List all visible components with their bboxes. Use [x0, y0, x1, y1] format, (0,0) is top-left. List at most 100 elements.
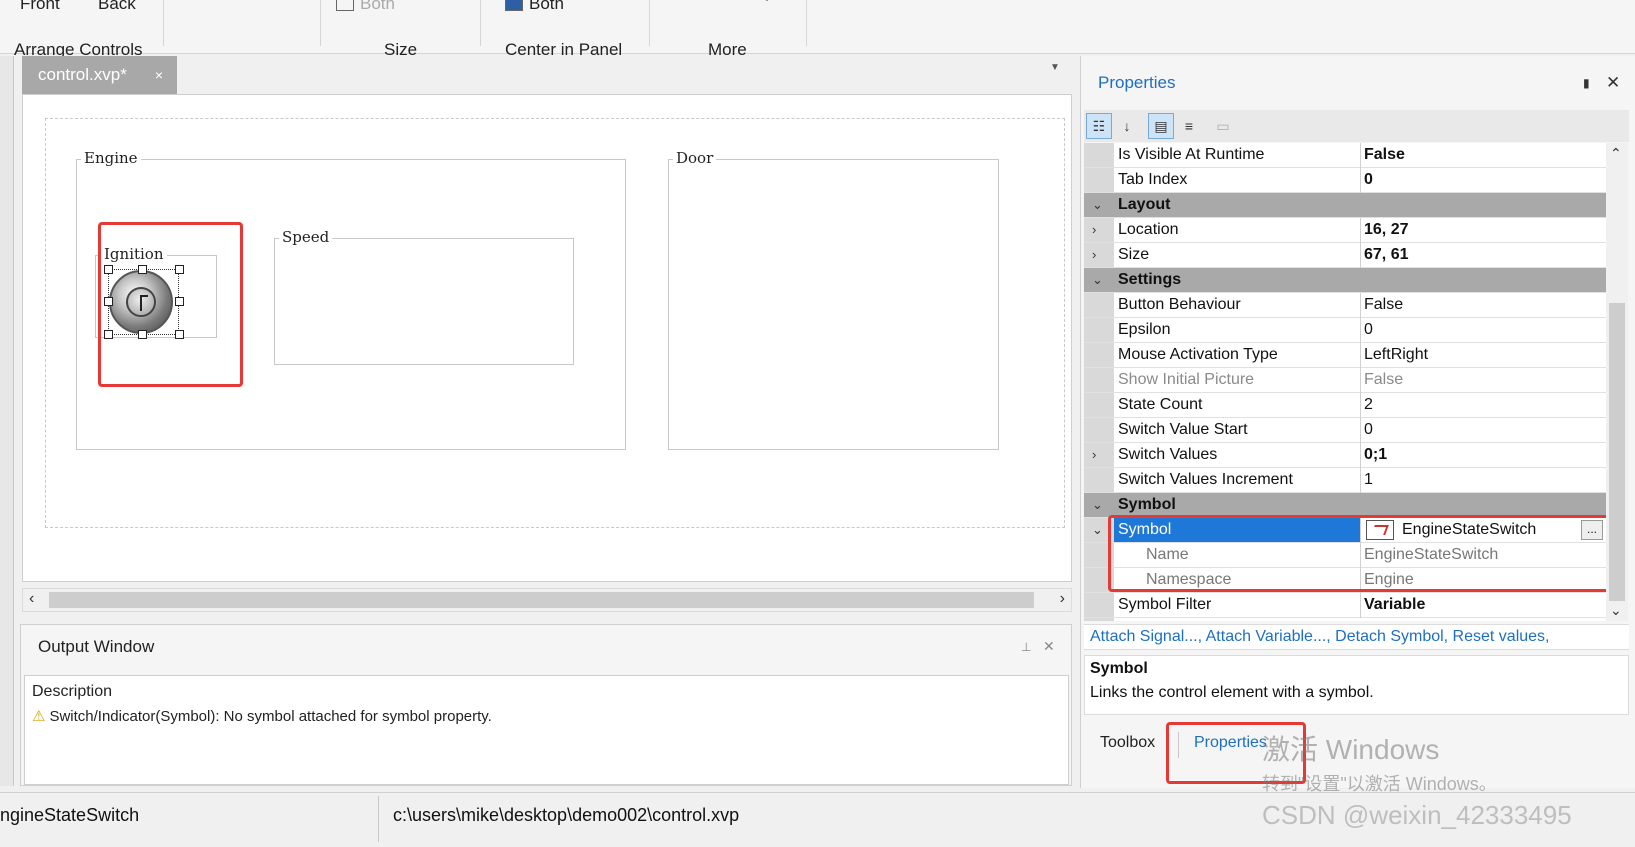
- tab-control-xvp[interactable]: control.xvp* ×: [22, 56, 177, 94]
- prop-row-show-initial-picture[interactable]: Show Initial Picture False: [1084, 368, 1606, 393]
- category-label: Settings: [1118, 271, 1182, 288]
- scroll-down-icon[interactable]: ⌄: [1610, 602, 1622, 619]
- expand-chevron-icon[interactable]: ›: [1092, 222, 1096, 237]
- properties-vertical-scrollbar[interactable]: ⌃ ⌄: [1606, 143, 1628, 621]
- scroll-up-icon[interactable]: ⌃: [1610, 145, 1622, 162]
- prop-row-size[interactable]: › Size 67, 61: [1084, 243, 1606, 268]
- warning-icon: ⚠: [32, 708, 46, 725]
- speed-group-title: Speed: [279, 228, 333, 246]
- prop-name: Mouse Activation Type: [1118, 346, 1278, 363]
- row-divider: [1360, 368, 1361, 393]
- output-list: [24, 675, 1069, 785]
- prop-row-location[interactable]: › Location 16, 27: [1084, 218, 1606, 243]
- expand-chevron-icon[interactable]: ›: [1092, 447, 1096, 462]
- ribbon-divider: [320, 0, 321, 46]
- activation-watermark: 激活 Windows: [1262, 734, 1440, 765]
- close-tab-icon[interactable]: ×: [155, 67, 163, 83]
- prop-name: Button Behaviour: [1118, 296, 1241, 313]
- collapse-chevron-icon[interactable]: ⌄: [1092, 497, 1103, 513]
- prop-value: 1: [1364, 471, 1373, 488]
- property-pages-icon[interactable]: ▭: [1210, 113, 1236, 139]
- collapse-chevron-icon[interactable]: ⌄: [1092, 272, 1103, 288]
- scroll-right-icon[interactable]: ›: [1060, 590, 1065, 608]
- prop-row-switch-values[interactable]: › Switch Values 0;1: [1084, 443, 1606, 468]
- status-selected-object: ngineStateSwitch: [0, 805, 140, 825]
- row-divider: [1360, 418, 1361, 443]
- sort-alphabetical-icon[interactable]: ↓: [1114, 113, 1140, 139]
- bring-to-front-button[interactable]: Front: [20, 0, 60, 14]
- events-view-icon[interactable]: ≡: [1176, 113, 1202, 139]
- door-groupbox[interactable]: [668, 159, 999, 450]
- author-watermark: CSDN @weixin_42333495: [1262, 800, 1572, 830]
- prop-name: Switch Values Increment: [1118, 471, 1293, 488]
- highlight-annotation: [1108, 515, 1613, 592]
- center-both-button[interactable]: Both: [505, 0, 564, 14]
- scroll-left-icon[interactable]: ‹: [29, 590, 34, 608]
- description-text: Links the control element with a symbol.: [1090, 684, 1374, 701]
- prop-row-is-visible-at-runtime[interactable]: Is Visible At Runtime False: [1084, 143, 1606, 168]
- prop-name: Tab Index: [1118, 171, 1188, 188]
- category-label: Layout: [1118, 196, 1171, 213]
- row-divider: [1360, 318, 1361, 343]
- tab-toolbox[interactable]: Toolbox: [1100, 734, 1155, 752]
- prop-value: False: [1364, 296, 1404, 313]
- close-icon[interactable]: ✕: [1043, 638, 1055, 655]
- size-both-button[interactable]: Both: [336, 0, 395, 14]
- properties-view-icon[interactable]: ▤: [1148, 113, 1174, 139]
- send-to-back-button[interactable]: Back: [98, 0, 136, 14]
- category-settings[interactable]: ⌄ Settings: [1084, 268, 1606, 293]
- row-divider: [1360, 393, 1361, 418]
- prop-value: False: [1364, 371, 1404, 388]
- output-window-title: Output Window: [38, 637, 155, 656]
- property-commands[interactable]: Attach Signal..., Attach Variable..., De…: [1084, 624, 1629, 650]
- ribbon-divider: [806, 0, 807, 46]
- expand-chevron-icon[interactable]: ›: [1092, 247, 1096, 262]
- category-layout[interactable]: ⌄ Layout: [1084, 193, 1606, 218]
- categorized-icon[interactable]: ☷: [1086, 113, 1112, 139]
- row-divider: [1360, 443, 1361, 468]
- prop-row-tab-index[interactable]: Tab Index 0: [1084, 168, 1606, 193]
- prop-value: 0: [1364, 321, 1373, 338]
- description-title: Symbol: [1090, 660, 1148, 677]
- left-dock-strip[interactable]: [0, 56, 14, 786]
- prop-row-button-behaviour[interactable]: Button Behaviour False: [1084, 293, 1606, 318]
- ribbon: Front Back Arrange Controls Both Size Bo…: [0, 0, 1635, 59]
- scroll-thumb[interactable]: [1609, 303, 1625, 601]
- engine-group-title: Engine: [81, 149, 141, 167]
- collapse-chevron-icon[interactable]: ⌄: [1092, 197, 1103, 213]
- row-divider: [1360, 143, 1361, 168]
- tab-list-dropdown-icon[interactable]: ▼: [1050, 62, 1060, 73]
- highlight-annotation: [98, 222, 243, 387]
- prop-name: Location: [1118, 221, 1179, 238]
- pin-icon[interactable]: ▮: [1583, 76, 1590, 90]
- prop-name: Size: [1118, 246, 1150, 263]
- status-divider: [378, 796, 379, 842]
- prop-row-mouse-activation-type[interactable]: Mouse Activation Type LeftRight: [1084, 343, 1606, 368]
- prop-row-state-count[interactable]: State Count 2: [1084, 393, 1606, 418]
- prop-row-epsilon[interactable]: Epsilon 0: [1084, 318, 1606, 343]
- prop-value: 2: [1364, 396, 1373, 413]
- collapse-chevron-icon[interactable]: ⌄: [1092, 522, 1103, 538]
- prop-name: Switch Values: [1118, 446, 1218, 463]
- prop-value: LeftRight: [1364, 346, 1429, 363]
- prop-name: Show Initial Picture: [1118, 371, 1255, 388]
- speed-groupbox[interactable]: [274, 238, 574, 365]
- prop-name: Symbol Filter: [1118, 596, 1212, 613]
- close-icon[interactable]: ✕: [1606, 73, 1620, 93]
- pin-icon[interactable]: ⊥: [1021, 640, 1031, 654]
- door-group-title: Door: [673, 149, 717, 167]
- horizontal-scrollbar[interactable]: ‹ ›: [22, 588, 1072, 612]
- prop-row-switch-values-increment[interactable]: Switch Values Increment 1: [1084, 468, 1606, 493]
- properties-toolbar: ☷ ↓ ▤ ≡ ▭: [1084, 110, 1629, 142]
- output-message-row[interactable]: ⚠ Switch/Indicator(Symbol): No symbol att…: [32, 707, 492, 725]
- prop-value: False: [1364, 146, 1405, 163]
- scroll-thumb[interactable]: [49, 592, 1034, 608]
- column-header-description[interactable]: Description: [32, 683, 112, 701]
- more-dropdown-icon[interactable]: ⌄: [762, 0, 772, 4]
- prop-value: 0;1: [1364, 446, 1388, 463]
- activation-hint-watermark: 转到"设置"以激活 Windows。: [1262, 774, 1497, 794]
- prop-name: Switch Value Start: [1118, 421, 1248, 438]
- row-divider: [1360, 168, 1361, 193]
- prop-row-symbol-filter[interactable]: Symbol Filter Variable: [1084, 593, 1606, 618]
- prop-row-switch-value-start[interactable]: Switch Value Start 0: [1084, 418, 1606, 443]
